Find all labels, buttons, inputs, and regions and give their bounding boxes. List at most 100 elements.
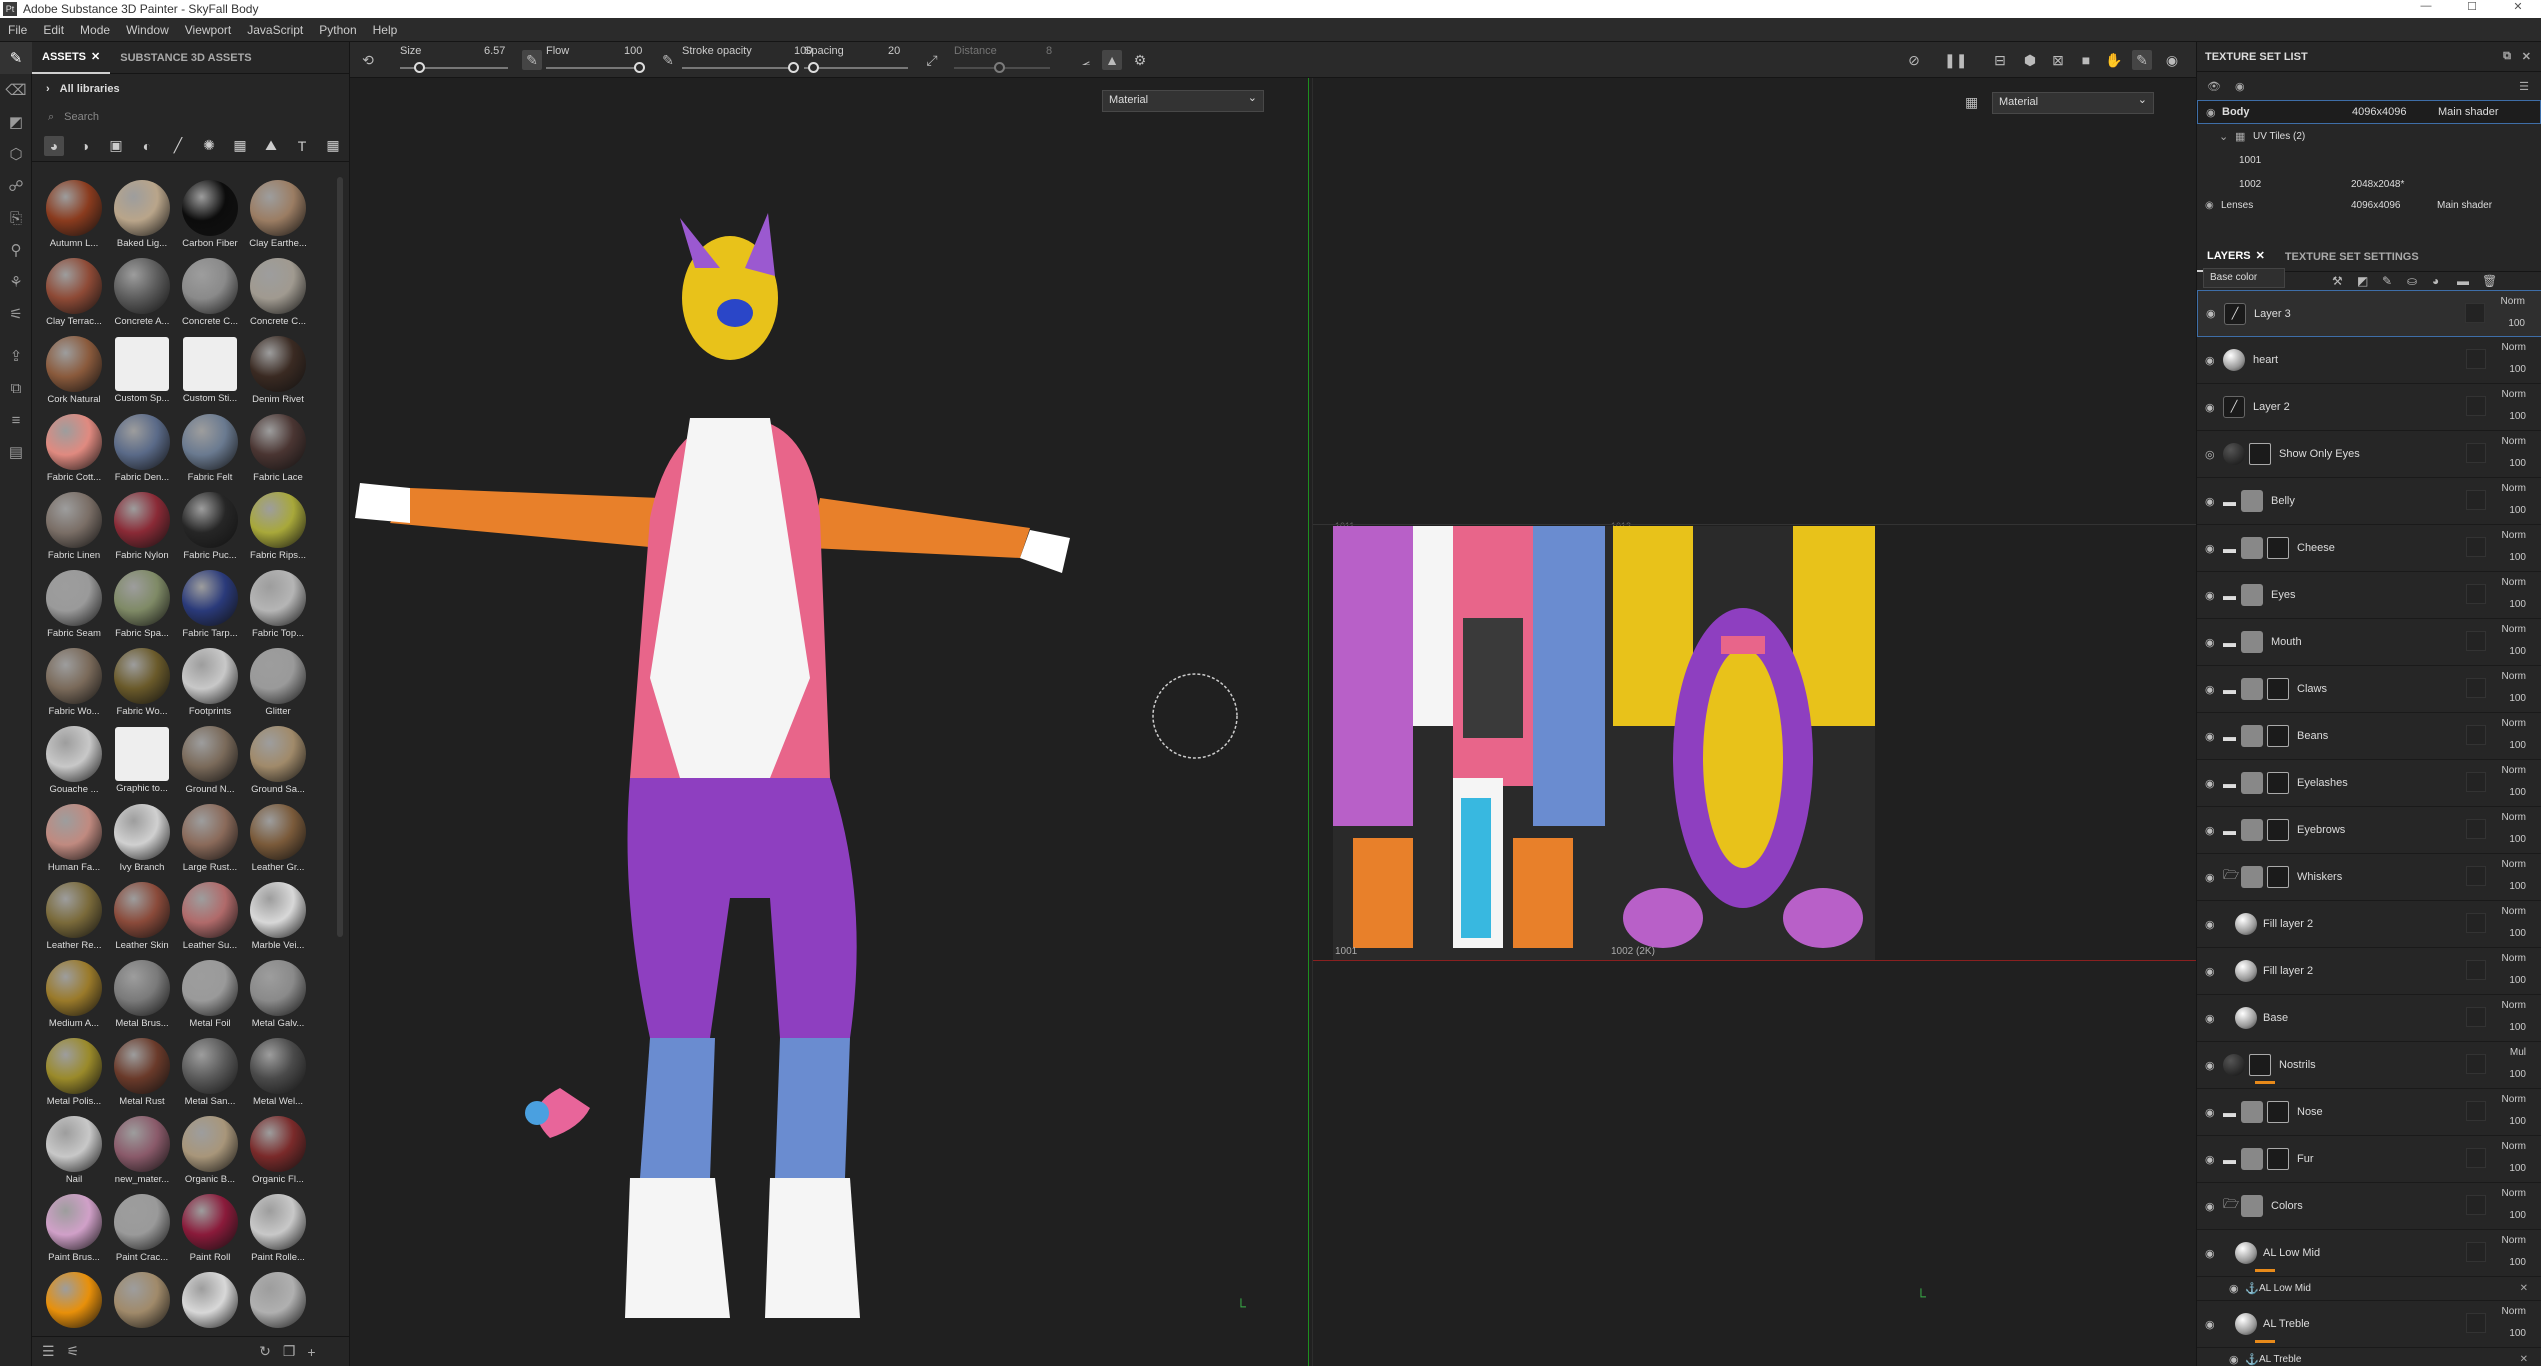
tab-substance-3d-assets[interactable]: SUBSTANCE 3D ASSETS (110, 42, 261, 74)
add-effect-icon[interactable]: ⚒ (2332, 274, 2343, 288)
layer-opacity[interactable]: 100 (2509, 975, 2526, 986)
tab-layers[interactable]: LAYERS ✕ (2197, 242, 2275, 272)
layer-options-toggle[interactable] (2466, 1242, 2486, 1262)
asset-item[interactable]: Medium A... (40, 957, 108, 1035)
visibility-icon[interactable]: 👁 (2207, 80, 2221, 93)
minimize-icon[interactable]: — (2403, 0, 2449, 13)
asset-item[interactable]: Leather Gr... (244, 801, 312, 879)
asset-item[interactable]: Leather Su... (176, 879, 244, 957)
layer-row[interactable]: ◉ AL Treble Norm 100 (2197, 1301, 2541, 1348)
menu-window[interactable]: Window (118, 23, 177, 37)
layer-row[interactable]: ◉ ▬ Nose Norm 100 (2197, 1089, 2541, 1136)
eye-icon[interactable]: ◉ (2205, 683, 2219, 696)
clone-icon[interactable]: ⎘ (0, 202, 32, 234)
blend-mode[interactable]: Norm (2502, 765, 2526, 776)
filters-filter-icon[interactable]: ◐ (137, 136, 157, 156)
layer-options-toggle[interactable] (2466, 443, 2486, 463)
asset-item[interactable]: Autumn L... (40, 177, 108, 255)
eye-icon[interactable]: ◉ (2205, 589, 2219, 602)
asset-item[interactable]: Metal Galv... (244, 957, 312, 1035)
split-view-icon[interactable]: ⊟ (1990, 50, 2010, 70)
mask-thumbnail[interactable] (2249, 1054, 2271, 1076)
asset-item[interactable]: Gouache ... (40, 723, 108, 801)
smart-masks-filter-icon[interactable]: ▣ (106, 136, 126, 156)
asset-item[interactable]: Baked Lig... (108, 177, 176, 255)
mask-thumbnail[interactable] (2267, 1148, 2289, 1170)
maximize-icon[interactable]: ☐ (2449, 0, 2495, 13)
texture-set-row-lenses[interactable]: ◉ Lenses 4096x4096 Main shader (2197, 196, 2541, 210)
anchor-point-row[interactable]: ◉ ⚓ AL Low Mid ✕ (2197, 1277, 2541, 1301)
layer-options-toggle[interactable] (2466, 1007, 2486, 1027)
blend-mode[interactable]: Norm (2502, 953, 2526, 964)
blend-mode[interactable]: Norm (2502, 577, 2526, 588)
environment-filter-icon[interactable]: ⛰ (261, 136, 281, 156)
folder-icon[interactable]: ▬ (2223, 494, 2236, 509)
layer-opacity[interactable]: 100 (2509, 411, 2526, 422)
asset-item[interactable]: Fabric Seam (40, 567, 108, 645)
layer-opacity[interactable]: 100 (2509, 1022, 2526, 1033)
layer-opacity[interactable]: 100 (2509, 928, 2526, 939)
asset-item[interactable]: Ground Sa... (244, 723, 312, 801)
eye-icon[interactable]: ◉ (2205, 1106, 2219, 1119)
menu-javascript[interactable]: JavaScript (239, 23, 311, 37)
folder-icon[interactable]: ▬ (2223, 541, 2236, 556)
layer-options-toggle[interactable] (2466, 960, 2486, 980)
asset-item[interactable]: Carbon Fiber (176, 177, 244, 255)
close-icon[interactable]: ✕ (2520, 1354, 2528, 1365)
eye-icon[interactable]: ◉ (2205, 824, 2219, 837)
close-icon[interactable]: ✕ (91, 50, 100, 63)
asset-item[interactable]: Fabric Top... (244, 567, 312, 645)
asset-item[interactable]: Clay Earthe... (244, 177, 312, 255)
anchor-point-row[interactable]: ◉ ⚓ AL Treble ✕ (2197, 1348, 2541, 1366)
blend-mode[interactable]: Norm (2502, 483, 2526, 494)
symmetry-options-icon[interactable]: ⦟ (1076, 50, 1096, 70)
eye-icon[interactable]: ◉ (2206, 307, 2220, 320)
layer-opacity[interactable]: 100 (2509, 693, 2526, 704)
blend-mode[interactable]: Norm (2502, 859, 2526, 870)
asset-item[interactable]: Fabric Linen (40, 489, 108, 567)
brush-alignment-icon[interactable]: ⟲ (358, 50, 378, 70)
layer-options-toggle[interactable] (2466, 913, 2486, 933)
blend-mode[interactable]: Mul (2510, 1047, 2526, 1058)
eye-icon[interactable]: ◉ (2205, 401, 2219, 414)
tab-assets[interactable]: ASSETS ✕ (32, 42, 111, 74)
layer-options-toggle[interactable] (2466, 866, 2486, 886)
layer-opacity[interactable]: 100 (2509, 1163, 2526, 1174)
geometry-fill-icon[interactable]: ⬡ (0, 138, 32, 170)
asset-item[interactable]: Fabric Puc... (176, 489, 244, 567)
asset-item[interactable]: Human Fa... (40, 801, 108, 879)
mask-thumbnail[interactable] (2249, 443, 2271, 465)
layer-options-toggle[interactable] (2466, 1054, 2486, 1074)
filter-list-icon[interactable]: ⚟ (67, 1343, 80, 1360)
lazy-mouse-icon[interactable]: ⤢ (922, 50, 942, 70)
flow-value[interactable]: 100 (624, 45, 642, 57)
layer-options-toggle[interactable] (2466, 772, 2486, 792)
eye-icon[interactable]: ◉ (2205, 1318, 2219, 1331)
stroke-opacity-slider[interactable]: Stroke opacity 100 (682, 45, 812, 73)
eye-icon[interactable]: ◉ (2205, 1153, 2219, 1166)
blend-mode[interactable]: Norm (2502, 1188, 2526, 1199)
add-fill-layer-icon[interactable]: ⛀ (2407, 274, 2417, 288)
layer-row[interactable]: ◉ ▬ Mouth Norm 100 (2197, 619, 2541, 666)
layer-options-toggle[interactable] (2466, 349, 2486, 369)
folder-icon[interactable]: ▬ (2223, 776, 2236, 791)
asset-item[interactable]: Leather Re... (40, 879, 108, 957)
camera-icon[interactable]: ■ (2076, 50, 2096, 70)
add-folder-icon[interactable]: ▬ (2457, 274, 2469, 288)
layer-opacity[interactable]: 100 (2509, 599, 2526, 610)
eye-icon[interactable]: ◉ (2205, 1200, 2219, 1213)
asset-item[interactable]: Leather Skin (108, 879, 176, 957)
undock-icon[interactable]: ⧉ (2503, 50, 2511, 63)
texture-set-shader[interactable]: Main shader (2438, 106, 2499, 118)
asset-item[interactable]: Fabric Nylon (108, 489, 176, 567)
folder-icon[interactable]: ▬ (2223, 635, 2236, 650)
particles-filter-icon[interactable]: ✺ (199, 136, 219, 156)
eye-icon[interactable]: ◉ (2205, 200, 2214, 210)
folder-icon[interactable]: ▬ (2223, 823, 2236, 838)
blend-mode[interactable]: Norm (2502, 671, 2526, 682)
asset-item[interactable]: Custom Sp... (108, 333, 176, 411)
asset-item[interactable]: Paint Rolle... (244, 1191, 312, 1269)
asset-item[interactable]: Fabric Cott... (40, 411, 108, 489)
layer-options-toggle[interactable] (2466, 1195, 2486, 1215)
layer-opacity[interactable]: 100 (2508, 318, 2525, 329)
